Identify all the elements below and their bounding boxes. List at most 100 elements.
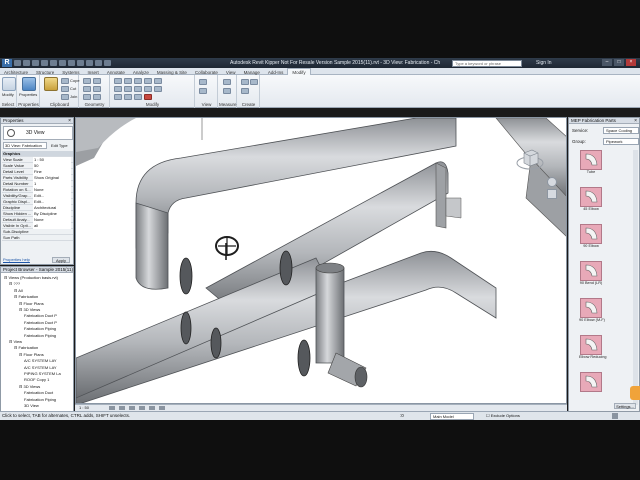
paste-button[interactable] <box>44 77 58 91</box>
exclude-options-toggle[interactable]: ☐ Exclude Options <box>486 412 520 420</box>
apply-button[interactable]: Apply <box>52 257 70 263</box>
browser-tree-item[interactable]: ⊟ View <box>9 339 22 344</box>
print-icon[interactable] <box>50 60 57 66</box>
instance-filter-dropdown[interactable]: 3D View: Fabrication <box>3 142 47 149</box>
close-hidden-icon[interactable] <box>104 60 111 66</box>
open-icon[interactable] <box>14 60 21 66</box>
notification-badge[interactable] <box>630 386 640 400</box>
browser-tree-item[interactable]: Fabrication Piping <box>24 397 56 402</box>
unjoin-icon[interactable] <box>93 78 101 84</box>
join-icon[interactable] <box>61 94 69 100</box>
text-icon[interactable] <box>68 60 75 66</box>
redo-icon[interactable] <box>41 60 48 66</box>
zoom-icon[interactable] <box>547 189 557 199</box>
hide-icon[interactable] <box>199 79 207 85</box>
override-icon[interactable] <box>199 88 207 94</box>
browser-tree-item[interactable]: ⊟ 3D Views <box>19 307 40 312</box>
move-icon[interactable] <box>114 86 122 92</box>
pipe-riser[interactable] <box>135 202 169 290</box>
steering-wheel-icon[interactable] <box>547 177 557 187</box>
properties-button[interactable] <box>22 77 36 91</box>
browser-tree-item[interactable]: ROOF Copy 1 <box>24 377 49 382</box>
unpin-icon[interactable] <box>134 94 142 100</box>
fabrication-part-item[interactable]: Tube <box>579 150 603 180</box>
service-dropdown[interactable]: Space Cooling <box>603 127 639 134</box>
browser-tree-item[interactable]: ⊟ Fabrication <box>14 345 38 350</box>
mirror-axis-icon[interactable] <box>134 78 142 84</box>
dimension-icon[interactable] <box>223 88 231 94</box>
trim-icon[interactable] <box>144 86 152 92</box>
filter-icon[interactable] <box>612 413 618 419</box>
properties-help-link[interactable]: Properties help <box>3 257 30 262</box>
fabrication-part-item[interactable]: 45 Elbow <box>579 187 603 217</box>
browser-tree-item[interactable]: PIPING SYSTEM La <box>24 371 61 376</box>
settings-button[interactable]: Settings... <box>614 403 636 409</box>
browser-tree-item[interactable]: ⊟ 3D Views <box>19 384 40 389</box>
browser-tree-item[interactable]: ⊟ Fabrication <box>14 294 38 299</box>
cope-icon[interactable] <box>61 78 69 84</box>
shadows-icon[interactable] <box>139 406 145 410</box>
split-icon[interactable] <box>154 78 162 84</box>
visual-style-icon[interactable] <box>119 406 125 410</box>
save-icon[interactable] <box>23 60 30 66</box>
copy-icon[interactable] <box>124 86 132 92</box>
3d-piping-model[interactable] <box>76 118 567 404</box>
align-icon[interactable] <box>114 78 122 84</box>
flange[interactable] <box>279 250 293 286</box>
fabrication-part-item[interactable]: 90 Elbow (M-F) <box>579 298 605 328</box>
thin-lines-icon[interactable] <box>95 60 102 66</box>
browser-tree-item[interactable]: A/C SYSTEM LAY <box>24 365 57 370</box>
tab-modify[interactable]: Modify <box>287 68 311 75</box>
sun-path-icon[interactable] <box>129 406 135 410</box>
section-icon[interactable] <box>86 60 93 66</box>
pipe-vertical[interactable] <box>315 267 345 364</box>
undo-icon[interactable] <box>32 60 39 66</box>
close-icon[interactable]: × <box>68 118 71 124</box>
browser-tree-item[interactable]: A/C SYSTEM LAY <box>24 358 57 363</box>
detail-level-icon[interactable] <box>109 406 115 410</box>
sign-in-link[interactable]: Sign In <box>536 59 566 67</box>
split-face-icon[interactable] <box>93 86 101 92</box>
group-dropdown[interactable]: Pipework <box>603 138 639 145</box>
create-group-icon[interactable] <box>241 88 249 94</box>
type-selector[interactable]: 3D View <box>3 126 73 140</box>
offset-icon[interactable] <box>124 78 132 84</box>
minimize-icon[interactable]: – <box>602 59 612 66</box>
parts-scrollbar[interactable] <box>633 150 638 405</box>
flange[interactable] <box>180 311 192 345</box>
drawing-viewport[interactable] <box>75 117 567 404</box>
app-menu-button[interactable]: R <box>2 59 12 67</box>
fabrication-part-item[interactable]: 90 Elbow <box>579 224 603 254</box>
cut-geometry-icon[interactable] <box>83 86 91 92</box>
3d-view-icon[interactable] <box>77 60 84 66</box>
delete-icon[interactable] <box>144 94 152 100</box>
measure-icon[interactable] <box>223 79 231 85</box>
flange[interactable] <box>179 257 193 295</box>
search-input[interactable]: Type a keyword or phrase <box>452 60 522 67</box>
maximize-icon[interactable]: □ <box>614 59 624 66</box>
close-icon[interactable]: × <box>634 118 637 124</box>
temporary-hide-icon[interactable] <box>159 406 165 410</box>
fabrication-part-item[interactable] <box>579 372 603 402</box>
cut-icon[interactable] <box>61 86 69 92</box>
create-assembly-icon[interactable] <box>241 79 249 85</box>
pipe-drop[interactable] <box>435 162 447 229</box>
browser-tree-item[interactable]: Fabrication Duct P <box>24 313 57 318</box>
viewcube-icon[interactable] <box>515 145 545 175</box>
browser-tree-item[interactable]: ⊟ Floor Plans <box>19 301 44 306</box>
flange[interactable] <box>210 327 222 359</box>
browser-tree-item[interactable]: Fabrication Piping <box>24 333 56 338</box>
design-option-dropdown[interactable]: Main Model <box>430 413 474 420</box>
browser-tree-item[interactable]: Fabrication Duct P <box>24 320 57 325</box>
rotate-icon[interactable] <box>134 86 142 92</box>
measure-icon[interactable] <box>59 60 66 66</box>
create-parts-icon[interactable] <box>250 79 258 85</box>
pin-icon[interactable] <box>124 94 132 100</box>
flange[interactable] <box>297 339 311 377</box>
close-icon[interactable]: × <box>626 59 636 66</box>
mirror-draw-icon[interactable] <box>144 78 152 84</box>
modify-button[interactable] <box>2 77 16 91</box>
browser-tree-item[interactable]: ⊟ Views (Production basis.rvt) <box>4 275 58 280</box>
browser-tree-item[interactable]: 3D View <box>24 403 39 408</box>
paint-icon[interactable] <box>83 94 91 100</box>
